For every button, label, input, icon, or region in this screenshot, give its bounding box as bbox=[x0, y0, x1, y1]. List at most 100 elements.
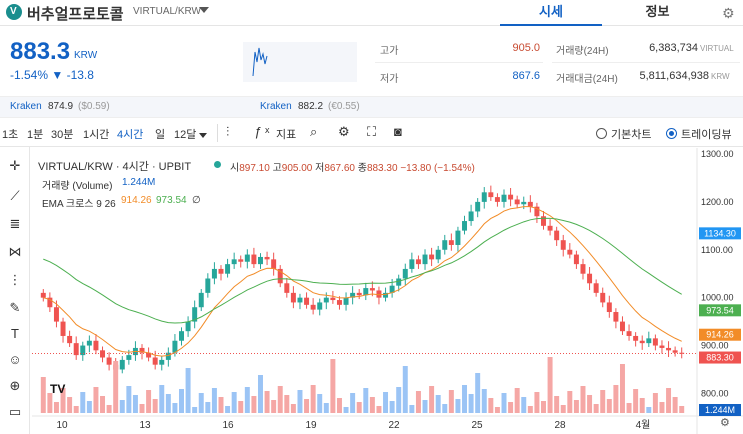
candle-body bbox=[310, 304, 316, 310]
volume-bar bbox=[47, 393, 53, 413]
candle-body bbox=[126, 355, 132, 360]
volume-bar bbox=[179, 389, 184, 413]
volume-bar bbox=[277, 386, 283, 413]
coin-header: 버추얼프로토콜 VIRTUAL/KRW 시세 정보 ⚙ bbox=[0, 0, 743, 26]
y-tick-label: 1000.00 bbox=[701, 293, 734, 303]
candle-body bbox=[231, 259, 237, 265]
volume-bar bbox=[652, 393, 658, 413]
volume-bar bbox=[198, 393, 204, 413]
candle-body bbox=[435, 249, 441, 260]
amount-value: 5,811,634,938 bbox=[639, 70, 709, 82]
coin-pair: VIRTUAL/KRW bbox=[133, 6, 201, 17]
trading-view-radio[interactable] bbox=[666, 128, 677, 139]
legend-ema-slow: 973.54 bbox=[156, 195, 187, 206]
measure-icon[interactable]: ⊕ bbox=[6, 377, 24, 395]
settings-icon[interactable]: ⚙ bbox=[338, 124, 350, 140]
fullscreen-icon[interactable]: ⛶ bbox=[367, 124, 376, 140]
chart-settings-icon[interactable]: ⚙ bbox=[720, 416, 730, 429]
crosshair-icon[interactable]: ✛ bbox=[6, 157, 24, 175]
volume-bar bbox=[139, 404, 145, 413]
emoji-icon[interactable]: ☺ bbox=[6, 351, 24, 369]
exchange-name-2[interactable]: Kraken bbox=[260, 101, 292, 112]
volume-bar bbox=[218, 397, 224, 413]
volume-bar bbox=[626, 403, 632, 413]
interval-12m[interactable]: 12달 bbox=[174, 126, 196, 142]
exchange-name[interactable]: Kraken bbox=[10, 101, 42, 112]
camera-icon[interactable]: ◙ bbox=[394, 124, 402, 139]
gear-icon[interactable]: ⚙ bbox=[722, 5, 735, 22]
interval-1h[interactable]: 1시간 bbox=[83, 126, 109, 142]
volume-bar bbox=[442, 404, 448, 413]
indicator-icon[interactable]: ƒ bbox=[254, 124, 261, 139]
indicator-label[interactable]: 지표 bbox=[276, 126, 296, 142]
legend-o-label: 시 bbox=[230, 163, 240, 174]
fib-icon[interactable]: ≣ bbox=[6, 215, 24, 233]
coin-name[interactable]: 버추얼프로토콜 bbox=[27, 3, 124, 24]
candle-body bbox=[356, 292, 362, 296]
candle-body bbox=[323, 297, 329, 303]
price-chart[interactable]: 1300.00 1200.00 1100.00 1000.00 900.00 800.00… bbox=[32, 148, 743, 434]
candle-body bbox=[541, 216, 546, 226]
volume-bar bbox=[600, 390, 606, 413]
volume-bar bbox=[205, 402, 211, 413]
candle-body bbox=[244, 254, 250, 262]
candle-body bbox=[257, 256, 263, 265]
exchange-diff-2: (€0.55) bbox=[328, 101, 360, 112]
basic-chart-label[interactable]: 기본차트 bbox=[611, 126, 651, 142]
coin-dropdown-icon[interactable] bbox=[199, 7, 209, 13]
volume-bar bbox=[383, 392, 389, 413]
candle-body bbox=[185, 321, 191, 332]
volume-bar bbox=[304, 399, 310, 413]
volume-bar bbox=[448, 390, 454, 413]
candle-body bbox=[619, 321, 625, 332]
trendline-icon[interactable]: ⟋ bbox=[6, 187, 24, 205]
volume-bar bbox=[369, 397, 375, 413]
interval-day[interactable]: 일 bbox=[155, 126, 165, 142]
candle-body bbox=[40, 292, 46, 298]
compare-icon[interactable]: ⌕ bbox=[310, 124, 317, 140]
brush-icon[interactable]: ✎ bbox=[6, 299, 24, 317]
trading-view-label[interactable]: 트레이딩뷰 bbox=[681, 126, 732, 142]
chevron-down-icon[interactable] bbox=[199, 133, 207, 138]
legend-close: 883.30 bbox=[366, 163, 398, 174]
candle-body bbox=[527, 201, 533, 207]
volume-bar bbox=[172, 403, 178, 413]
volume-bar bbox=[343, 407, 349, 413]
candle-body bbox=[271, 259, 277, 269]
volume-value: 6,383,734 bbox=[649, 42, 698, 54]
volume-bar bbox=[415, 391, 421, 413]
candle-body bbox=[297, 297, 303, 303]
text-icon[interactable]: T bbox=[6, 325, 24, 343]
legend-ema-label: EMA 크로스 9 26 bbox=[42, 199, 116, 210]
pattern-icon[interactable]: ⋈ bbox=[6, 243, 24, 261]
candle-body bbox=[86, 340, 92, 346]
candle-body bbox=[573, 254, 579, 265]
volume-bar bbox=[126, 386, 132, 413]
volume-bar bbox=[547, 357, 553, 413]
volume-bar bbox=[534, 392, 540, 413]
x-tick-label: 4월 bbox=[636, 419, 651, 431]
interval-1m[interactable]: 1분 bbox=[27, 126, 43, 142]
interval-4h[interactable]: 4시간 bbox=[117, 126, 143, 142]
basic-chart-radio[interactable] bbox=[596, 128, 607, 139]
candle-type-icon[interactable]: ⫶ bbox=[226, 124, 229, 140]
legend-change: −13.80 (−1.54%) bbox=[400, 163, 475, 174]
candle-body bbox=[468, 211, 474, 222]
price-change: -1.54% ▼ -13.8 bbox=[10, 68, 94, 82]
candle-body bbox=[488, 192, 494, 198]
candle-body bbox=[593, 283, 599, 293]
prediction-icon[interactable]: ⋮ bbox=[6, 271, 24, 289]
volume-bar bbox=[613, 385, 619, 413]
chart-svg[interactable]: 1300.00 1200.00 1100.00 1000.00 900.00 800.00… bbox=[32, 148, 743, 434]
volume-bar bbox=[185, 368, 191, 413]
candle-body bbox=[462, 221, 468, 231]
y-tick-label: 900.00 bbox=[701, 341, 729, 351]
interval-1s[interactable]: 1초 bbox=[2, 126, 18, 142]
stats-divider bbox=[375, 62, 543, 63]
interval-30m[interactable]: 30분 bbox=[51, 126, 73, 142]
tab-price[interactable]: 시세 bbox=[500, 0, 602, 26]
tab-info[interactable]: 정보 bbox=[605, 0, 710, 26]
candle-body bbox=[587, 273, 593, 284]
ruler-icon[interactable]: ▭ bbox=[6, 403, 24, 421]
candle-body bbox=[666, 347, 672, 351]
